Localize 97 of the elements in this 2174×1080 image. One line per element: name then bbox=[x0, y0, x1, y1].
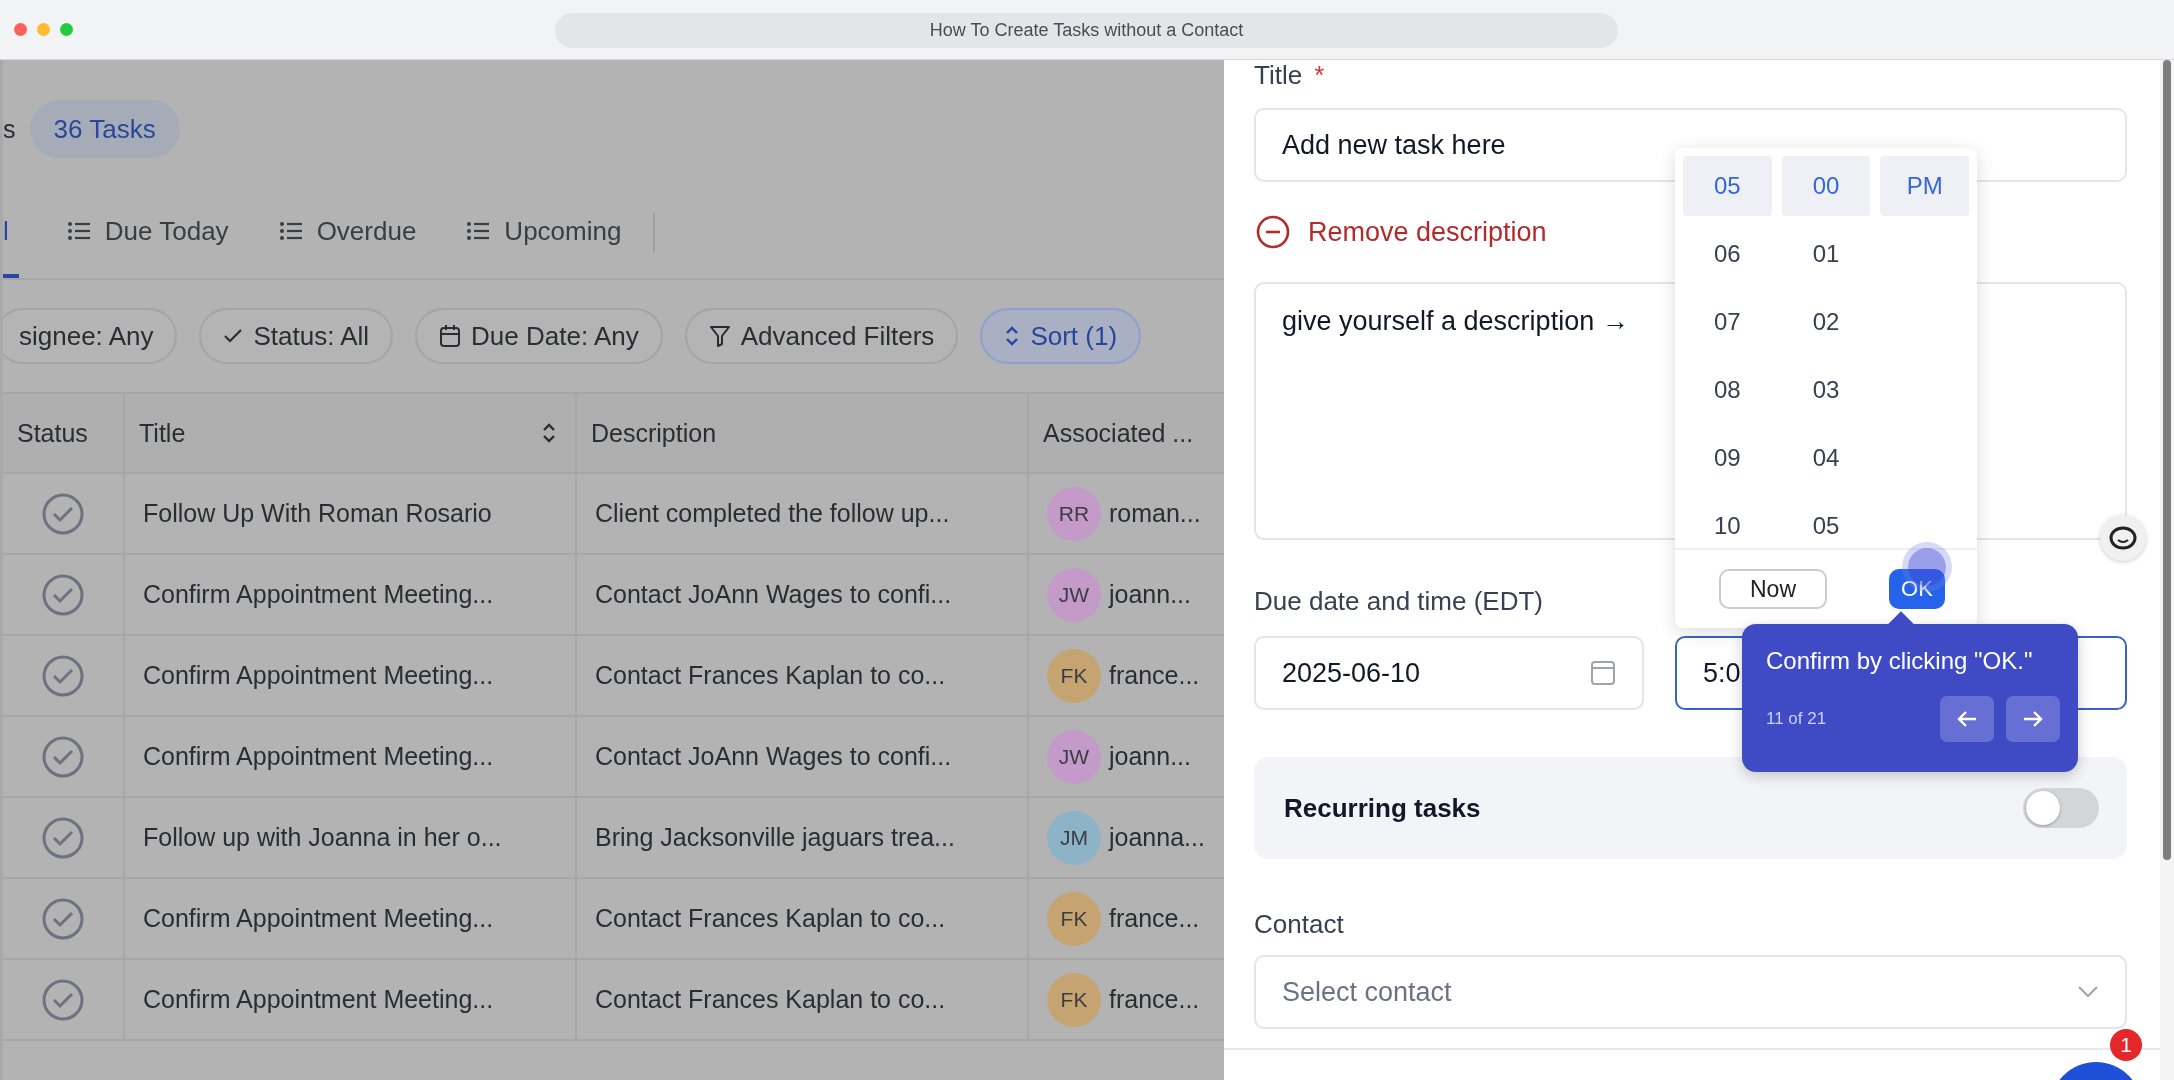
avatar: FK bbox=[1047, 891, 1101, 946]
field-label: Title bbox=[1254, 60, 1303, 90]
time-option[interactable]: 03 bbox=[1781, 360, 1871, 420]
filter-tab[interactable]: l bbox=[3, 188, 19, 278]
avatar: JW bbox=[1047, 567, 1101, 622]
now-button[interactable]: Now bbox=[1719, 569, 1827, 609]
funnel-icon bbox=[708, 325, 731, 347]
assignee-name: joann... bbox=[1109, 742, 1191, 771]
table-cell: Contact JoAnn Wages to confi... bbox=[577, 555, 1029, 636]
assignee-name: joanna... bbox=[1109, 823, 1205, 852]
field-label: Due date and time (EDT) bbox=[1254, 586, 1543, 616]
notification-badge: 1 bbox=[2110, 1029, 2142, 1061]
avatar: RR bbox=[1047, 486, 1101, 541]
assignee-name: joann... bbox=[1109, 580, 1191, 609]
table-cell: Confirm Appointment Meeting... bbox=[125, 717, 577, 798]
column-header: Status bbox=[3, 394, 125, 474]
assignee-name: roman... bbox=[1109, 499, 1201, 528]
date-field[interactable]: 2025-06-10 bbox=[1254, 636, 1644, 710]
filter-chip[interactable]: Status: All bbox=[199, 308, 394, 364]
time-option[interactable]: 09 bbox=[1683, 428, 1772, 488]
check-circle-icon[interactable] bbox=[42, 573, 84, 616]
avatar: JW bbox=[1047, 729, 1101, 784]
check-circle-icon[interactable] bbox=[42, 492, 84, 535]
next-step-button[interactable] bbox=[2006, 696, 2060, 742]
time-option[interactable]: 10 bbox=[1683, 496, 1772, 556]
check-circle-icon[interactable] bbox=[42, 735, 84, 778]
check-circle-icon[interactable] bbox=[42, 816, 84, 859]
time-option[interactable]: 04 bbox=[1781, 428, 1871, 488]
assignee-name: france... bbox=[1109, 904, 1200, 933]
time-option[interactable]: 00 bbox=[1781, 156, 1871, 216]
filter-tab[interactable]: Upcoming bbox=[464, 188, 624, 278]
minus-circle-icon bbox=[1256, 215, 1290, 249]
list-icon bbox=[66, 221, 91, 241]
table-cell: Confirm Appointment Meeting... bbox=[125, 636, 577, 717]
list-icon bbox=[278, 221, 303, 241]
table-cell: Follow up with Joanna in her o... bbox=[125, 798, 577, 879]
check-icon bbox=[223, 328, 244, 344]
required-mark: * bbox=[1314, 60, 1325, 90]
arrow-right-icon bbox=[2022, 710, 2044, 728]
task-count-badge: 36 Tasks bbox=[29, 100, 180, 158]
field-label: Contact bbox=[1254, 909, 1344, 939]
time-option[interactable]: 02 bbox=[1781, 292, 1871, 352]
minimize-window-icon[interactable] bbox=[37, 23, 50, 36]
column-header[interactable]: Title bbox=[125, 394, 577, 474]
filter-chip[interactable]: signee: Any bbox=[3, 308, 178, 364]
table-cell: Confirm Appointment Meeting... bbox=[125, 960, 577, 1041]
page-title-bar[interactable]: How To Create Tasks without a Contact bbox=[555, 13, 1618, 48]
column-header: Description bbox=[577, 394, 1029, 474]
filter-tab[interactable]: Due Today bbox=[64, 188, 231, 278]
avatar: FK bbox=[1047, 648, 1101, 703]
maximize-window-icon[interactable] bbox=[60, 23, 73, 36]
scrollbar-thumb[interactable] bbox=[2163, 60, 2171, 860]
filter-chip[interactable]: Sort (1) bbox=[980, 308, 1142, 364]
calendar-icon bbox=[1590, 660, 1616, 686]
sort-icon bbox=[1004, 325, 1021, 347]
page-heading: s bbox=[3, 114, 16, 144]
time-option[interactable]: PM bbox=[1880, 156, 1969, 216]
step-counter: 11 of 21 bbox=[1766, 709, 1827, 729]
time-option[interactable]: 05 bbox=[1683, 156, 1772, 216]
remove-description-button[interactable]: Remove description bbox=[1254, 214, 1547, 250]
recurring-label: Recurring tasks bbox=[1284, 792, 1481, 824]
table-cell: Contact Frances Kaplan to co... bbox=[577, 960, 1029, 1041]
sort-icon bbox=[541, 422, 557, 444]
table-cell: Contact Frances Kaplan to co... bbox=[577, 879, 1029, 960]
assignee-name: france... bbox=[1109, 661, 1200, 690]
filter-chip[interactable]: Advanced Filters bbox=[684, 308, 959, 364]
tour-tip-text: Confirm by clicking "OK." bbox=[1766, 646, 2034, 676]
table-cell: Contact Frances Kaplan to co... bbox=[577, 636, 1029, 717]
assignee-name: france... bbox=[1109, 985, 1200, 1014]
filter-chip[interactable]: Due Date: Any bbox=[415, 308, 663, 364]
time-option[interactable]: 08 bbox=[1683, 360, 1772, 420]
table-cell: Confirm Appointment Meeting... bbox=[125, 555, 577, 636]
check-circle-icon[interactable] bbox=[42, 978, 84, 1021]
table-cell: Bring Jacksonville jaguars trea... bbox=[577, 798, 1029, 879]
chat-bot-icon[interactable] bbox=[2100, 515, 2146, 561]
filter-tab[interactable]: Overdue bbox=[276, 188, 419, 278]
previous-step-button[interactable] bbox=[1940, 696, 1994, 742]
time-option[interactable]: 01 bbox=[1781, 224, 1871, 284]
time-option[interactable]: 07 bbox=[1683, 292, 1772, 352]
close-window-icon[interactable] bbox=[14, 23, 27, 36]
time-option[interactable]: 05 bbox=[1781, 496, 1871, 556]
recurring-toggle[interactable] bbox=[2023, 788, 2099, 828]
table-cell: Client completed the follow up... bbox=[577, 474, 1029, 555]
table-cell: Contact JoAnn Wages to confi... bbox=[577, 717, 1029, 798]
chevron-down-icon bbox=[2077, 985, 2099, 999]
check-circle-icon[interactable] bbox=[42, 897, 84, 940]
calendar-icon bbox=[439, 324, 462, 348]
table-cell: Confirm Appointment Meeting... bbox=[125, 879, 577, 960]
contact-select[interactable]: Select contact bbox=[1254, 955, 2127, 1029]
ok-button[interactable]: OK bbox=[1889, 569, 1945, 609]
avatar: FK bbox=[1047, 972, 1101, 1027]
avatar: JM bbox=[1047, 810, 1101, 865]
arrow-left-icon bbox=[1956, 710, 1978, 728]
table-cell: Follow Up With Roman Rosario bbox=[125, 474, 577, 555]
list-icon bbox=[466, 221, 491, 241]
time-option[interactable]: 06 bbox=[1683, 224, 1772, 284]
check-circle-icon[interactable] bbox=[42, 654, 84, 697]
